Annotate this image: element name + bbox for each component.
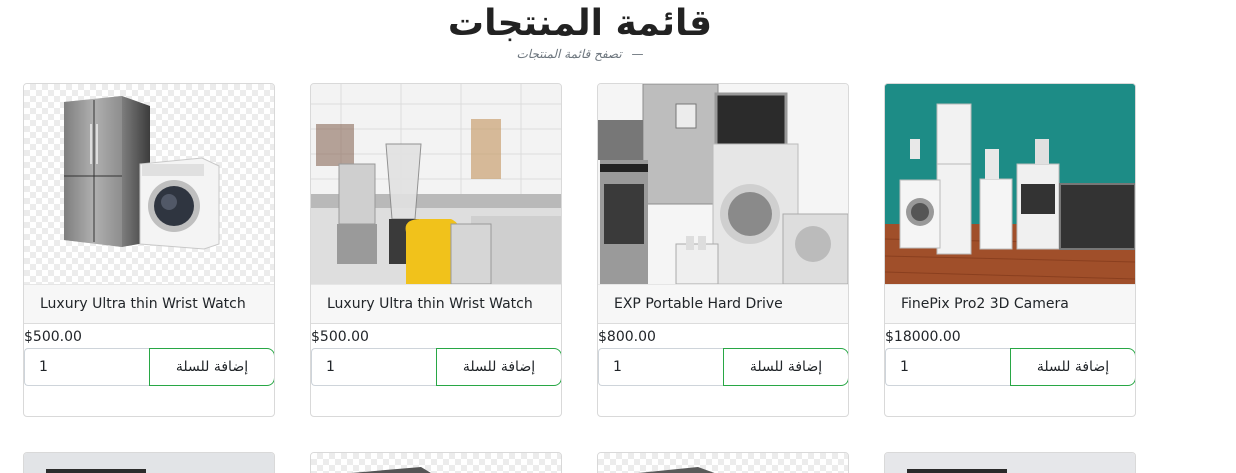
add-to-cart-button[interactable]: إضافة للسلة bbox=[723, 348, 848, 386]
product-card bbox=[597, 452, 849, 473]
page-subtitle: تصفح قائمة المنتجات — bbox=[0, 46, 1160, 62]
product-image[interactable] bbox=[598, 84, 848, 284]
home-appliances-icon bbox=[598, 84, 848, 284]
product-card bbox=[310, 452, 562, 473]
add-to-cart-button[interactable]: إضافة للسلة bbox=[436, 348, 561, 386]
quantity-input[interactable] bbox=[24, 348, 150, 386]
product-image[interactable] bbox=[598, 453, 848, 473]
product-title[interactable]: Luxury Ultra thin Wrist Watch bbox=[311, 284, 561, 324]
appliances-room-icon bbox=[885, 84, 1135, 284]
add-to-cart-group: إضافة للسلة bbox=[885, 348, 1135, 386]
product-image[interactable] bbox=[885, 84, 1135, 284]
product-image[interactable] bbox=[885, 453, 1135, 473]
subtitle-dash: — bbox=[631, 47, 644, 61]
add-to-cart-group: إضافة للسلة bbox=[311, 348, 561, 386]
product-card: EXP Portable Hard Drive $800.00 إضافة لل… bbox=[597, 83, 849, 417]
page-title: قائمة المنتجات bbox=[447, 3, 713, 44]
add-to-cart-button[interactable]: إضافة للسلة bbox=[149, 348, 274, 386]
product-card: Luxury Ultra thin Wrist Watch $500.00 إض… bbox=[310, 83, 562, 417]
page-header: قائمة المنتجات تصفح قائمة المنتجات — bbox=[0, 0, 1160, 62]
product-title[interactable]: FinePix Pro2 3D Camera bbox=[885, 284, 1135, 324]
add-to-cart-group: إضافة للسلة bbox=[598, 348, 848, 386]
quantity-input[interactable] bbox=[311, 348, 437, 386]
product-card: FinePix Pro2 3D Camera $18000.00 إضافة ل… bbox=[884, 83, 1136, 417]
product-price: $500.00 bbox=[311, 329, 369, 345]
product-title[interactable]: Luxury Ultra thin Wrist Watch bbox=[24, 284, 274, 324]
product-price: $500.00 bbox=[24, 329, 82, 345]
fridge-and-washer-icon bbox=[64, 96, 220, 250]
product-title[interactable]: EXP Portable Hard Drive bbox=[598, 284, 848, 324]
product-card bbox=[23, 452, 275, 473]
product-card bbox=[884, 452, 1136, 473]
product-thumbnail-icon bbox=[351, 467, 431, 473]
product-image[interactable] bbox=[311, 453, 561, 473]
subtitle-text: تصفح قائمة المنتجات bbox=[516, 47, 622, 61]
add-to-cart-group: إضافة للسلة bbox=[24, 348, 274, 386]
product-thumbnail-icon bbox=[907, 469, 1007, 473]
quantity-input[interactable] bbox=[598, 348, 724, 386]
product-card: Luxury Ultra thin Wrist Watch $500.00 إض… bbox=[23, 83, 275, 417]
product-thumbnail-icon bbox=[46, 469, 146, 473]
product-image[interactable] bbox=[311, 84, 561, 284]
product-image[interactable] bbox=[24, 84, 274, 284]
kitchen-appliances-icon bbox=[311, 84, 561, 284]
product-price: $18000.00 bbox=[885, 329, 961, 345]
add-to-cart-button[interactable]: إضافة للسلة bbox=[1010, 348, 1135, 386]
quantity-input[interactable] bbox=[885, 348, 1011, 386]
product-image[interactable] bbox=[24, 453, 274, 473]
product-price: $800.00 bbox=[598, 329, 656, 345]
product-thumbnail-icon bbox=[638, 467, 715, 473]
